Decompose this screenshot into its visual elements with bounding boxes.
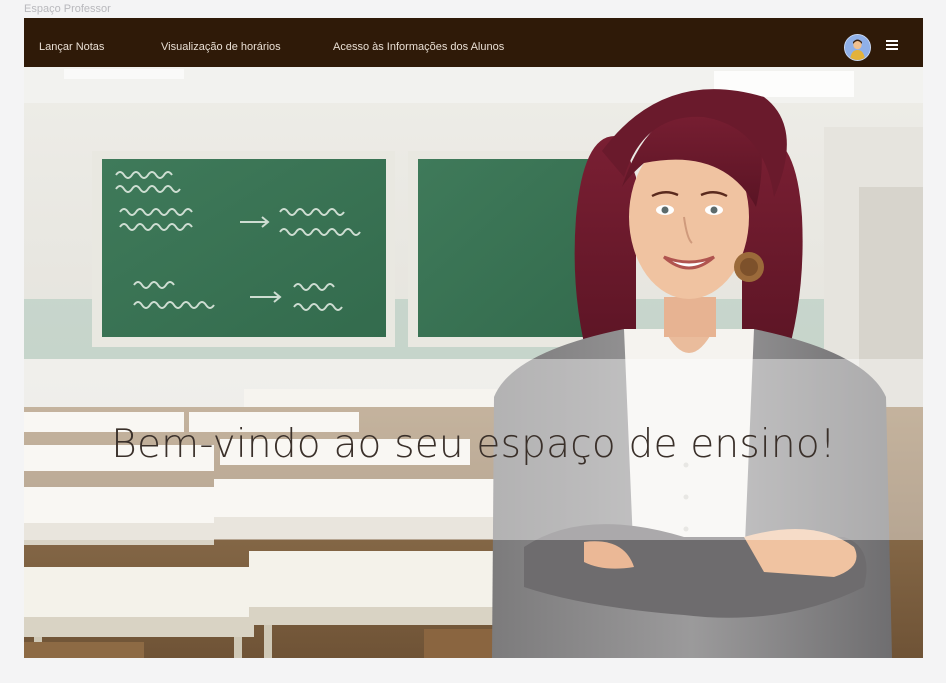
avatar[interactable]: [844, 34, 871, 61]
top-navbar: Lançar Notas Visualização de horários Ac…: [24, 18, 923, 67]
nav-link-informacoes-alunos[interactable]: Acesso às Informações dos Alunos: [333, 41, 504, 53]
nav-link-visualizacao-horarios[interactable]: Visualização de horários: [161, 41, 281, 53]
nav-link-lancar-notas[interactable]: Lançar Notas: [39, 41, 104, 53]
hamburger-menu-icon[interactable]: [886, 40, 898, 50]
welcome-heading: Bem-vindo ao seu espaço de ensino!: [111, 422, 836, 467]
canvas-label: Espaço Professor: [24, 3, 111, 15]
page-frame: Lançar Notas Visualização de horários Ac…: [24, 18, 923, 658]
user-avatar-icon: [845, 35, 870, 60]
